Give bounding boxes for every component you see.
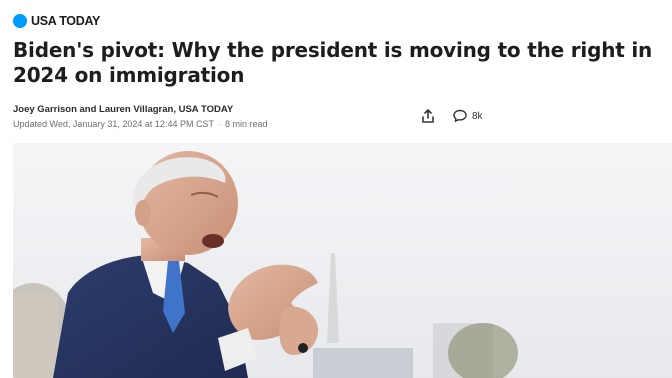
- lead-photo[interactable]: [13, 143, 672, 378]
- read-time: 8 min read: [224, 119, 268, 129]
- comments-count: 8k: [472, 110, 483, 122]
- share-icon: [422, 109, 434, 123]
- article-headline: Biden's pivot: Why the president is movi…: [13, 38, 653, 87]
- updated-timestamp: Updated Wed, January 31, 2024 at 12:44 P…: [13, 119, 214, 129]
- brand-logo[interactable]: USA TODAY: [13, 14, 100, 28]
- meta-separator: ·: [217, 119, 221, 129]
- article-meta: Updated Wed, January 31, 2024 at 12:44 P…: [13, 119, 267, 129]
- comments-button[interactable]: 8k: [452, 108, 483, 124]
- lead-photo-illustration: [13, 143, 672, 378]
- article-byline: Joey Garrison and Lauren Villagran, USA …: [13, 104, 234, 115]
- article-actions: 8k: [420, 108, 483, 124]
- share-button[interactable]: [420, 108, 436, 124]
- brand-name: USA TODAY: [31, 14, 101, 28]
- usa-today-dot-icon: [13, 14, 27, 28]
- comment-bubble-icon: [453, 109, 467, 122]
